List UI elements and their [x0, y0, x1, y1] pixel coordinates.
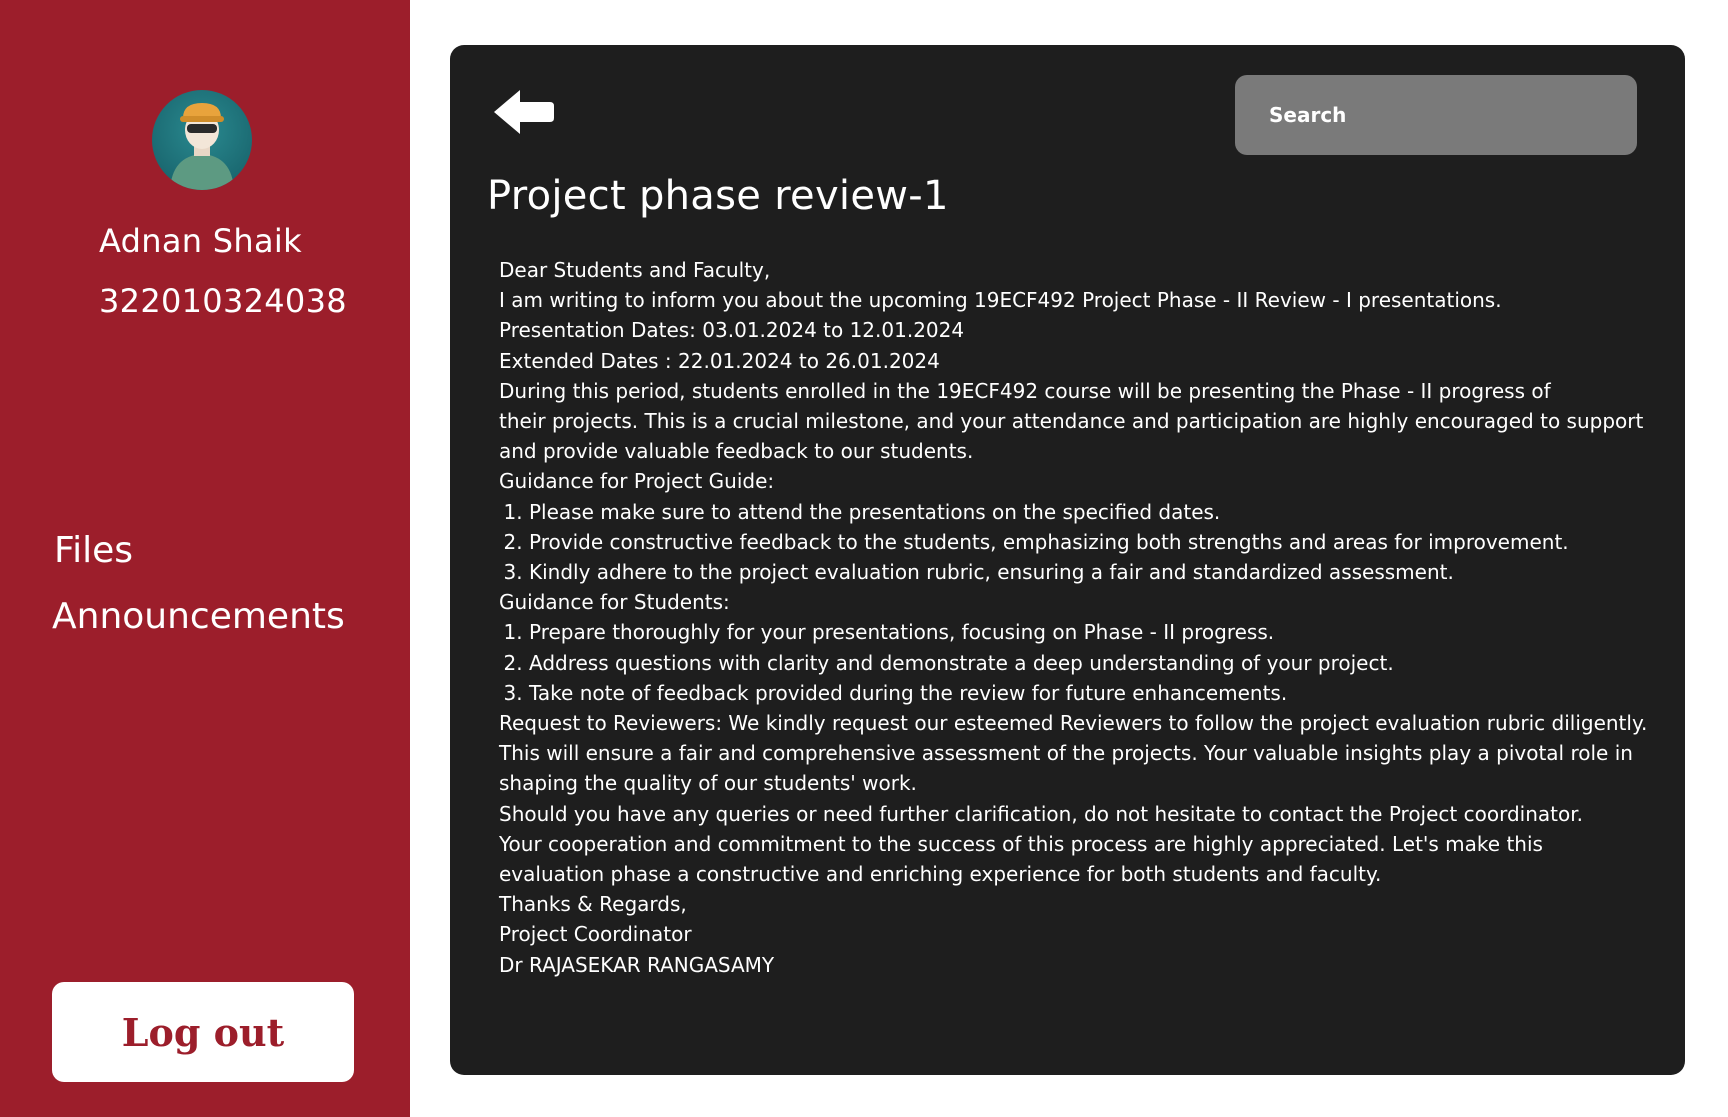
announcement-panel: Project phase review-1 Dear Students and… — [450, 45, 1685, 1075]
list-item: Provide constructive feedback to the stu… — [529, 527, 1674, 557]
user-name: Adnan Shaik — [99, 222, 302, 260]
reviewers-text-line: shaping the quality of our students' wor… — [499, 771, 917, 796]
students-list: Prepare thoroughly for your presentation… — [499, 617, 1674, 708]
reviewers-text-line: Request to Reviewers: We kindly request … — [499, 711, 1648, 736]
list-item: Kindly adhere to the project evaluation … — [529, 557, 1674, 587]
list-item: Please make sure to attend the presentat… — [529, 497, 1674, 527]
sender-role: Project Coordinator — [499, 922, 692, 947]
sign-off: Thanks & Regards, — [499, 892, 687, 917]
nav-files[interactable]: Files — [54, 530, 133, 571]
period-text-line: and provide valuable feedback to our stu… — [499, 439, 974, 464]
cooperation-text-line: evaluation phase a constructive and enri… — [499, 862, 1382, 887]
period-text-line: their projects. This is a crucial milest… — [499, 409, 1644, 434]
sender-name: Dr RAJASEKAR RANGASAMY — [499, 952, 775, 977]
guide-list: Please make sure to attend the presentat… — [499, 497, 1674, 588]
presentation-dates: Presentation Dates: 03.01.2024 to 12.01.… — [499, 318, 965, 343]
avatar — [152, 90, 252, 190]
list-item: Take note of feedback provided during th… — [529, 678, 1674, 708]
search-input[interactable] — [1235, 75, 1637, 155]
back-arrow-icon[interactable] — [492, 87, 556, 137]
cooperation-text-line: Your cooperation and commitment to the s… — [499, 831, 1543, 856]
extended-dates: Extended Dates : 22.01.2024 to 26.01.202… — [499, 348, 940, 373]
queries-text: Should you have any queries or need furt… — [499, 801, 1583, 826]
announcement-body: Dear Students and Faculty, I am writing … — [499, 255, 1674, 980]
students-heading: Guidance for Students: — [499, 590, 730, 615]
list-item: Address questions with clarity and demon… — [529, 648, 1674, 678]
list-item: Prepare thoroughly for your presentation… — [529, 617, 1674, 647]
nav-announcements[interactable]: Announcements — [52, 596, 345, 637]
page-title: Project phase review-1 — [487, 173, 949, 219]
user-id: 322010324038 — [99, 282, 347, 320]
logout-button[interactable]: Log out — [52, 982, 354, 1082]
user-avatar-icon — [170, 103, 234, 190]
greeting: Dear Students and Faculty, — [499, 258, 771, 282]
guide-heading: Guidance for Project Guide: — [499, 469, 775, 494]
reviewers-text-line: This will ensure a fair and comprehensiv… — [499, 741, 1633, 766]
sidebar: Adnan Shaik 322010324038 Files Announcem… — [0, 0, 410, 1117]
intro-text: I am writing to inform you about the upc… — [499, 288, 1502, 313]
period-text-line: During this period, students enrolled in… — [499, 378, 1551, 403]
